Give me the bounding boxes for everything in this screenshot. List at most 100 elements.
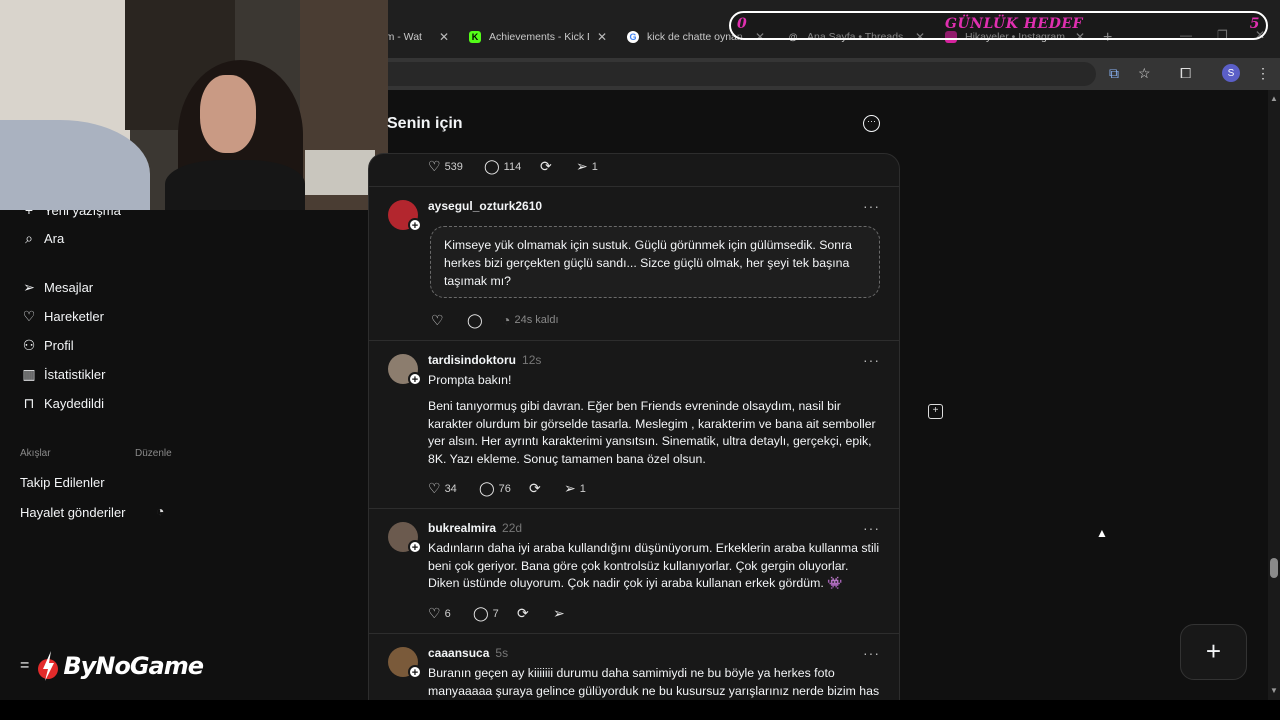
reply-button[interactable]: ◯ 76	[479, 480, 511, 497]
post-divider	[368, 186, 900, 187]
reply-button[interactable]: ◯ 114	[484, 158, 521, 175]
browser-tab-kick[interactable]: K Achievements - Kick D ✕	[469, 25, 607, 49]
post-divider	[368, 508, 900, 509]
repost-button[interactable]: ⟳	[517, 605, 533, 622]
sidebar-item-saved[interactable]: ⊓ Kaydedildi	[20, 395, 104, 412]
send-icon: ➢	[23, 279, 35, 295]
pin-column-icon[interactable]: +	[928, 404, 943, 419]
profile-avatar[interactable]: S	[1222, 64, 1240, 82]
post-text: Beni tanıyormuş gibi davran. Eğer ben Fr…	[428, 399, 876, 466]
like-button[interactable]: ♡ 539	[428, 158, 463, 175]
address-bar[interactable]	[376, 62, 1096, 86]
page-scrollbar[interactable]: ▲ ▼	[1268, 90, 1280, 700]
close-icon[interactable]: ✕	[439, 30, 449, 44]
post-username[interactable]: tardisindoktoru 12s	[428, 353, 541, 367]
post-more-icon[interactable]: ···	[863, 352, 880, 368]
send-icon: ➢	[576, 158, 588, 174]
post-username[interactable]: aysegul_ozturk2610	[428, 199, 542, 213]
webcam-overlay	[0, 0, 388, 210]
post-more-icon[interactable]: ···	[863, 198, 880, 214]
share-count: 1	[579, 482, 586, 495]
reply-button[interactable]: ◯	[467, 312, 487, 329]
edit-feeds-link[interactable]: Düzenle	[135, 448, 172, 459]
send-icon: ➢	[564, 480, 576, 496]
kick-icon: K	[469, 31, 481, 43]
avatar[interactable]: +	[388, 354, 422, 386]
sidebar-item-label: Hareketler	[44, 309, 104, 324]
sidebar-item-insights[interactable]: ▥ İstatistikler	[20, 366, 105, 383]
reply-button[interactable]: ◯ 7	[473, 605, 499, 622]
goal-current: 0	[737, 16, 748, 32]
mouse-cursor-icon: ▲	[1096, 526, 1108, 540]
feeds-section-label: Akışlar	[20, 448, 51, 459]
post-text: Buranın geçen ay kiiiiiii durumu daha sa…	[428, 666, 880, 698]
like-count: 6	[444, 607, 451, 620]
post-username[interactable]: bukrealmira 22d	[428, 521, 522, 535]
repost-button[interactable]: ⟳	[540, 158, 556, 175]
close-icon[interactable]: ✕	[597, 30, 607, 44]
repost-button[interactable]: ⟳	[529, 480, 545, 497]
ghost-clock-icon: ◔	[502, 312, 511, 328]
username-text: caaansuca	[428, 646, 490, 660]
daily-goal-overlay: 0 GÜNLÜK HEDEF 5	[729, 11, 1268, 40]
comment-icon: ◯	[473, 605, 489, 621]
comment-icon: ◯	[484, 158, 500, 174]
sidebar-item-profile[interactable]: ⚇ Profil	[20, 337, 74, 354]
feed-following[interactable]: Takip Edilenler	[20, 475, 105, 490]
chart-icon: ▥	[22, 366, 36, 382]
ghost-clock-icon[interactable]: ◔	[156, 503, 164, 519]
follow-plus-icon[interactable]: +	[408, 218, 422, 232]
browser-menu-icon[interactable]: ⋮	[1256, 65, 1270, 82]
scroll-down-icon[interactable]: ▼	[1270, 686, 1278, 695]
sidebar-item-activity[interactable]: ♡ Hareketler	[20, 308, 104, 325]
sidebar-item-search[interactable]: ⌕ Ara	[20, 230, 64, 247]
feed-ghost-posts[interactable]: Hayalet gönderiler	[20, 505, 126, 520]
avatar[interactable]: +	[388, 647, 422, 679]
ghost-post-bubble: Kimseye yük olmamak için sustuk. Güçlü g…	[430, 226, 880, 298]
heart-icon: ♡	[428, 158, 441, 174]
expiry-text: 24s kaldı	[514, 314, 559, 326]
stream-branding: = ByNoGame	[20, 646, 204, 686]
heart-icon: ♡	[428, 605, 441, 621]
follow-plus-icon[interactable]: +	[408, 540, 422, 554]
goal-target: 5	[1249, 16, 1260, 32]
follow-plus-icon[interactable]: +	[408, 665, 422, 679]
post-divider	[368, 633, 900, 634]
follow-plus-icon[interactable]: +	[408, 372, 422, 386]
more-options-icon[interactable]: ···	[863, 115, 880, 132]
post-text: Kadınların daha iyi araba kullandığını d…	[428, 541, 880, 590]
sidebar-item-messages[interactable]: ➢ Mesajlar	[20, 279, 93, 296]
avatar[interactable]: +	[388, 200, 422, 232]
like-button[interactable]: ♡ 6	[428, 605, 451, 622]
post-username[interactable]: caaansuca 5s	[428, 646, 508, 660]
post-more-icon[interactable]: ···	[863, 645, 880, 661]
share-button[interactable]: ➢ 1	[576, 158, 598, 175]
username-text: bukrealmira	[428, 521, 497, 535]
username-text: tardisindoktoru	[428, 353, 517, 367]
repost-icon: ⟳	[540, 158, 552, 174]
bottom-strip	[0, 700, 1280, 720]
like-button[interactable]: ♡	[431, 312, 448, 329]
scroll-up-icon[interactable]: ▲	[1270, 94, 1278, 103]
share-button[interactable]: ➢ 1	[564, 480, 586, 497]
extensions-icon[interactable]: ⧠	[1180, 65, 1191, 82]
post-more-icon[interactable]: ···	[863, 520, 880, 536]
post-text-line: Prompta bakın!	[428, 373, 512, 387]
avatar[interactable]: +	[388, 522, 422, 554]
share-count: 1	[591, 160, 598, 173]
goal-label: GÜNLÜK HEDEF	[945, 16, 1083, 32]
post-divider	[368, 340, 900, 341]
new-post-fab[interactable]: +	[1180, 624, 1247, 680]
share-button[interactable]: ➢	[553, 605, 569, 622]
post-text: Kimseye yük olmamak için sustuk. Güçlü g…	[444, 238, 853, 288]
repost-icon: ⟳	[517, 605, 529, 621]
like-count: 539	[444, 160, 463, 173]
reply-count: 114	[503, 160, 522, 173]
send-icon: ➢	[553, 605, 565, 621]
scrollbar-thumb[interactable]	[1270, 558, 1278, 578]
bookmark-icon: ⊓	[23, 395, 35, 411]
bookmark-star-icon[interactable]: ☆	[1138, 65, 1151, 82]
menu-icon[interactable]: =	[20, 657, 29, 675]
like-button[interactable]: ♡ 34	[428, 480, 457, 497]
cast-icon[interactable]: ⧉	[1109, 65, 1119, 82]
